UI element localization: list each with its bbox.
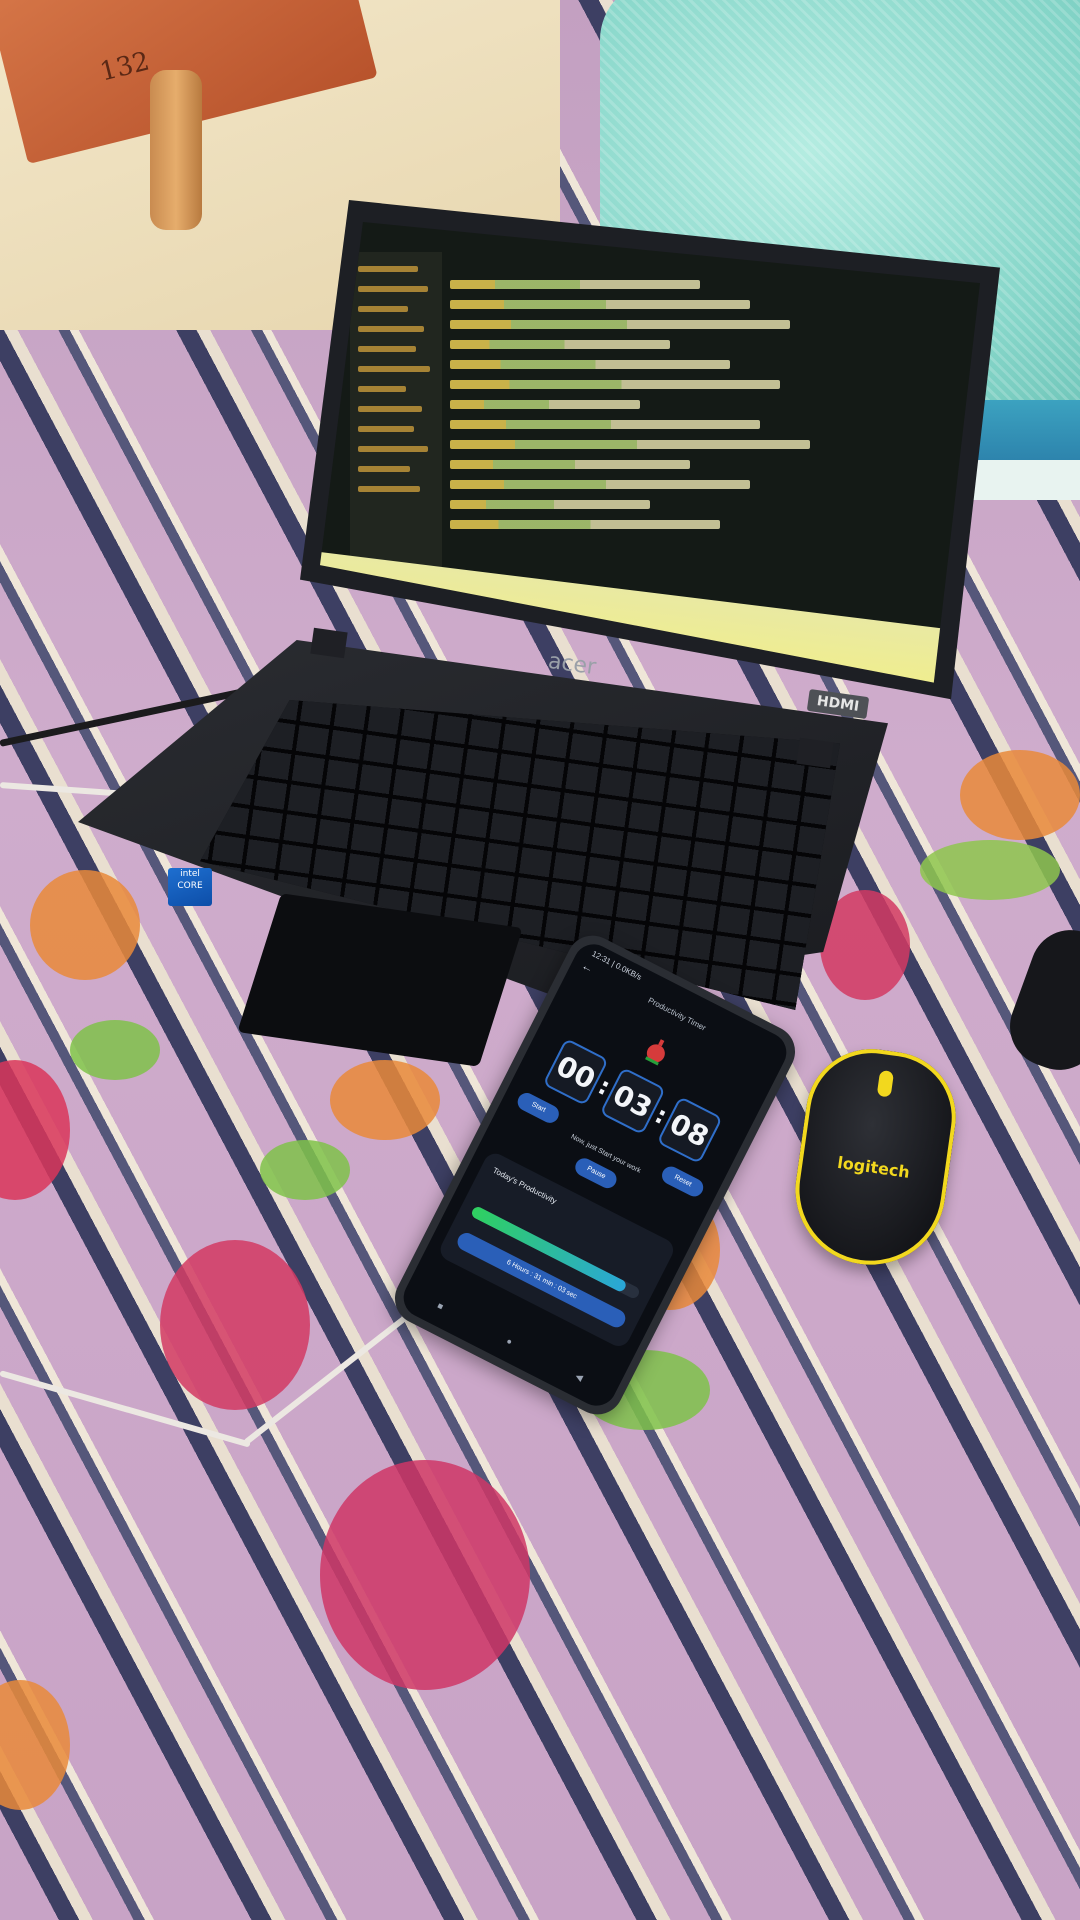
home-icon[interactable]: ●	[504, 1336, 514, 1348]
headboard-leg	[150, 70, 202, 230]
code-line	[450, 420, 760, 429]
leaf-print	[70, 1020, 160, 1080]
laptop-hinge	[796, 737, 834, 769]
code-line	[450, 440, 810, 449]
timer-icon	[645, 1039, 665, 1066]
flower-print	[160, 1240, 310, 1410]
code-line	[450, 480, 750, 489]
code-line	[450, 340, 670, 349]
code-line	[450, 360, 730, 369]
laptop-hinge	[310, 627, 348, 659]
photo-scene: 132 intel CORE acer HDMI 12:31 | 0.0KB/s…	[0, 0, 1080, 1920]
leaf-print	[260, 1140, 350, 1200]
code-line	[450, 300, 750, 309]
logitech-logo: logitech	[836, 1152, 911, 1182]
mouse-scroll-wheel	[876, 1069, 895, 1098]
flower-print	[30, 870, 140, 980]
flower-print	[320, 1460, 530, 1690]
recents-icon[interactable]: ■	[435, 1300, 445, 1312]
code-line	[450, 460, 690, 469]
code-line	[450, 400, 640, 409]
code-line	[450, 320, 790, 329]
productivity-title: Today's Productivity	[491, 1165, 559, 1206]
flower-print	[960, 750, 1080, 840]
code-line	[450, 380, 780, 389]
intel-badge: intel CORE	[168, 868, 212, 906]
code-line	[450, 520, 720, 529]
flower-print	[330, 1060, 440, 1140]
timer-display: 00 : 03 : 08	[529, 1031, 736, 1171]
code-line	[450, 500, 650, 509]
back-icon[interactable]: ◀	[573, 1371, 585, 1384]
editor-explorer-panel	[350, 252, 442, 582]
code-line	[450, 280, 700, 289]
leaf-print	[920, 840, 1060, 900]
